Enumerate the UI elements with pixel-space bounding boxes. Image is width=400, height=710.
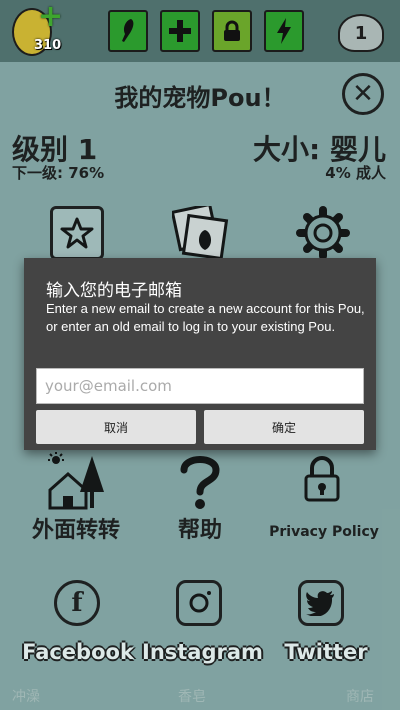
add-button[interactable]: [160, 10, 200, 52]
add-coins-icon[interactable]: +: [38, 2, 63, 32]
plus-icon: [169, 20, 191, 42]
email-input[interactable]: [36, 368, 364, 404]
ok-button[interactable]: 确定: [204, 410, 364, 444]
dialog-title: 输入您的电子邮箱: [46, 281, 182, 301]
coin-count: 310: [34, 38, 62, 53]
dialog-message: Enter a new email to create a new accoun…: [46, 301, 365, 334]
lightning-icon: [277, 18, 291, 44]
lock-button[interactable]: [212, 10, 252, 52]
pou-level: 1: [354, 23, 368, 44]
rename-button[interactable]: [108, 10, 148, 52]
lock-icon: [224, 20, 240, 41]
email-dialog: 输入您的电子邮箱 Enter a new email to create a n…: [24, 258, 376, 450]
pen-icon: [122, 19, 134, 42]
pou-level-icon[interactable]: 1: [338, 14, 384, 52]
cancel-button[interactable]: 取消: [36, 410, 196, 444]
energy-button[interactable]: [264, 10, 304, 52]
